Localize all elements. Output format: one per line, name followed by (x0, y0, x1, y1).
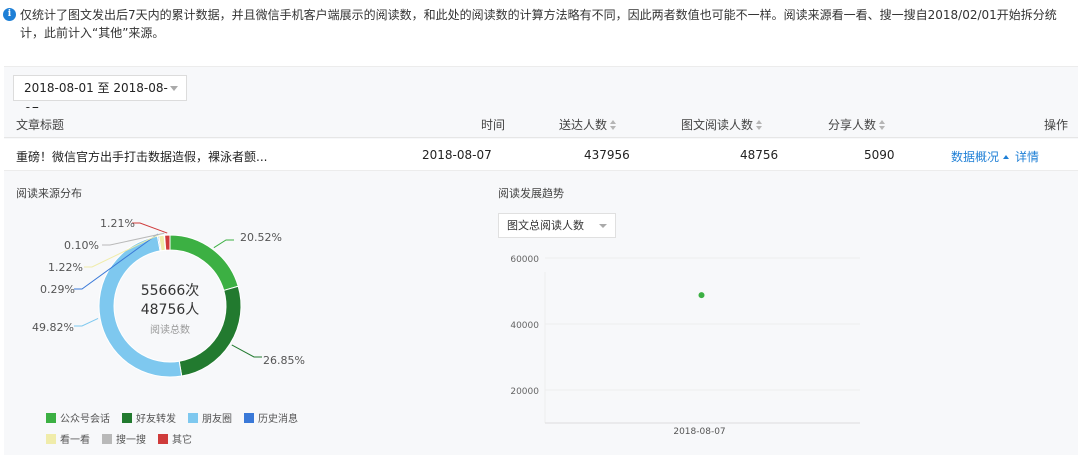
data-point (698, 292, 705, 299)
source-donut-chart: 20.52% 26.85% 49.82% 0.29% 1.22% 0.10%1.21% 55… (32, 217, 305, 378)
row-actions: 数据概况 详情 (951, 148, 1039, 165)
legend-swatch (244, 413, 254, 423)
chevron-down-icon (170, 86, 178, 91)
y-tick-label: 20000 (510, 387, 539, 397)
legend-item[interactable]: 好友转发 (122, 410, 176, 425)
pie-label: 49.82% (32, 321, 74, 334)
chevron-up-icon[interactable] (1003, 155, 1010, 159)
legend-label: 公众号会话 (60, 414, 110, 425)
legend-label: 历史消息 (258, 414, 298, 425)
pie-slice (164, 234, 171, 251)
col-title: 文章标题 (16, 118, 65, 132)
legend-item[interactable]: 看一看 (46, 431, 90, 446)
col-reads-label: 图文阅读人数 (681, 118, 754, 132)
trend-metric-select[interactable]: 图文总阅读人数 (498, 213, 616, 238)
trend-title: 阅读发展趋势 (498, 187, 564, 200)
legend-item[interactable]: 公众号会话 (46, 410, 110, 425)
legend-item[interactable]: 其它 (158, 431, 192, 446)
article-time: 2018-08-07 (422, 148, 492, 162)
table-row: 重磅！微信官方出手打击数据造假，裸泳者颤... 2018-08-07 43795… (4, 139, 1078, 171)
legend-label: 好友转发 (136, 414, 176, 425)
source-title: 阅读来源分布 (16, 187, 82, 200)
col-time: 时间 (481, 118, 506, 132)
legend-item[interactable]: 搜一搜 (102, 431, 146, 446)
pie-leader-line (74, 317, 99, 327)
legend-swatch (46, 434, 56, 444)
pie-label: 0.10% (64, 239, 99, 252)
legend-item[interactable]: 历史消息 (244, 410, 298, 425)
detail-link[interactable]: 详情 (1015, 150, 1039, 164)
delivered-count: 437956 (584, 148, 630, 162)
pie-label: 20.52% (240, 231, 282, 244)
legend-item[interactable]: 朋友圈 (188, 410, 232, 425)
col-reads[interactable]: 图文阅读人数 (681, 116, 763, 133)
pie-label: 1.21% (100, 217, 135, 230)
legend-label: 其它 (172, 435, 192, 446)
y-tick-label: 60000 (510, 255, 539, 265)
legend-swatch (188, 413, 198, 423)
sort-icon[interactable] (756, 120, 763, 130)
sort-icon[interactable] (879, 120, 886, 130)
legend-label: 看一看 (60, 435, 90, 446)
table-header: 文章标题 时间 送达人数 图文阅读人数 分享人数 操作 (4, 108, 1078, 138)
notice-bar: i 仅统计了图文发出后7天内的累计数据，并且微信手机客户端展示的阅读数，和此处的… (0, 0, 1080, 62)
legend-swatch (46, 413, 56, 423)
notice-text: 仅统计了图文发出后7天内的累计数据，并且微信手机客户端展示的阅读数，和此处的阅读… (20, 8, 1057, 40)
legend-swatch (122, 413, 132, 423)
y-tick-label: 40000 (510, 321, 539, 331)
pie-label: 26.85% (263, 354, 305, 367)
total-readers-count: 48756人 (141, 302, 200, 318)
total-reads-caption: 阅读总数 (150, 323, 190, 336)
col-delivered[interactable]: 送达人数 (559, 116, 617, 133)
pie-label: 0.29% (40, 283, 75, 296)
article-title: 重磅！微信官方出手打击数据造假，裸泳者颤... (16, 150, 268, 164)
col-delivered-label: 送达人数 (559, 118, 608, 132)
pie-leader-line (132, 222, 168, 234)
legend-swatch (158, 434, 168, 444)
pie-leader-line (213, 239, 234, 249)
shares-count: 5090 (864, 148, 895, 162)
total-reads-count: 55666次 (141, 283, 200, 299)
legend-label: 朋友圈 (202, 414, 232, 425)
pie-label: 1.22% (48, 261, 83, 274)
sort-icon[interactable] (610, 120, 617, 130)
legend-label: 搜一搜 (116, 435, 146, 446)
col-shares-label: 分享人数 (828, 118, 877, 132)
legend-swatch (102, 434, 112, 444)
trend-chart: 20000 40000 60000 2018-08-07 (510, 255, 860, 437)
col-shares[interactable]: 分享人数 (828, 116, 886, 133)
trend-metric-value: 图文总阅读人数 (507, 219, 584, 232)
x-tick-label: 2018-08-07 (673, 427, 725, 437)
info-icon: i (3, 8, 16, 21)
pie-leader-line (231, 344, 262, 358)
col-actions: 操作 (1044, 118, 1069, 132)
reads-count: 48756 (740, 148, 779, 162)
chevron-down-icon (599, 224, 607, 228)
data-overview-link[interactable]: 数据概况 (951, 150, 999, 164)
date-range-select[interactable]: 2018-08-01 至 2018-08-07 (13, 75, 187, 119)
